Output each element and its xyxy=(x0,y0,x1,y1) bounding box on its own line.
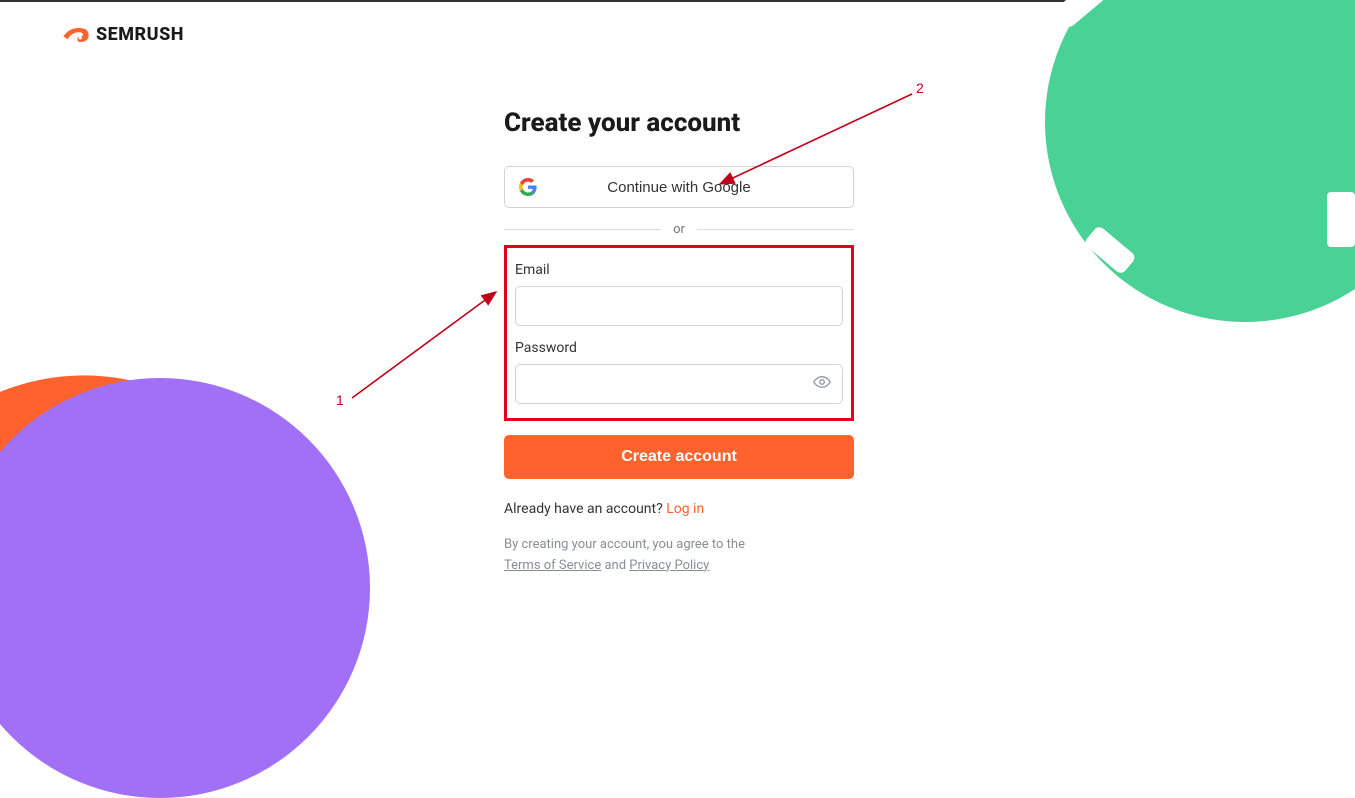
page-title: Create your account xyxy=(504,108,854,138)
credentials-highlight-box: Email Password xyxy=(504,245,854,421)
google-icon xyxy=(519,178,537,196)
or-divider: or xyxy=(504,222,854,237)
divider-text: or xyxy=(661,222,697,237)
legal-and: and xyxy=(601,558,629,573)
legal-text: By creating your account, you agree to t… xyxy=(504,535,854,577)
email-input[interactable] xyxy=(515,286,843,326)
login-prompt: Already have an account? Log in xyxy=(504,501,854,517)
brand-name: SEMRUSH xyxy=(96,24,184,45)
password-field-block: Password xyxy=(515,340,843,404)
brand-logo: SEMRUSH xyxy=(62,24,184,45)
decorative-purple-circle xyxy=(0,378,370,798)
terms-of-service-link[interactable]: Terms of Service xyxy=(504,558,601,573)
toggle-password-visibility-icon[interactable] xyxy=(813,373,831,395)
create-account-button[interactable]: Create account xyxy=(504,435,854,479)
password-input[interactable] xyxy=(515,364,843,404)
password-label: Password xyxy=(515,340,843,356)
signup-panel: Create your account Continue with Google… xyxy=(504,108,854,577)
decorative-green-notch xyxy=(1327,192,1355,247)
login-link[interactable]: Log in xyxy=(666,501,704,517)
email-label: Email xyxy=(515,262,843,278)
email-field-block: Email xyxy=(515,262,843,326)
semrush-flame-icon xyxy=(62,25,90,45)
annotation-label-2: 2 xyxy=(916,80,924,96)
legal-prefix: By creating your account, you agree to t… xyxy=(504,537,745,552)
login-prompt-text: Already have an account? xyxy=(504,501,666,517)
continue-with-google-button[interactable]: Continue with Google xyxy=(504,166,854,208)
decorative-green-circle xyxy=(1045,0,1355,322)
google-button-label: Continue with Google xyxy=(607,179,750,196)
annotation-label-1: 1 xyxy=(336,392,344,408)
privacy-policy-link[interactable]: Privacy Policy xyxy=(629,558,709,573)
